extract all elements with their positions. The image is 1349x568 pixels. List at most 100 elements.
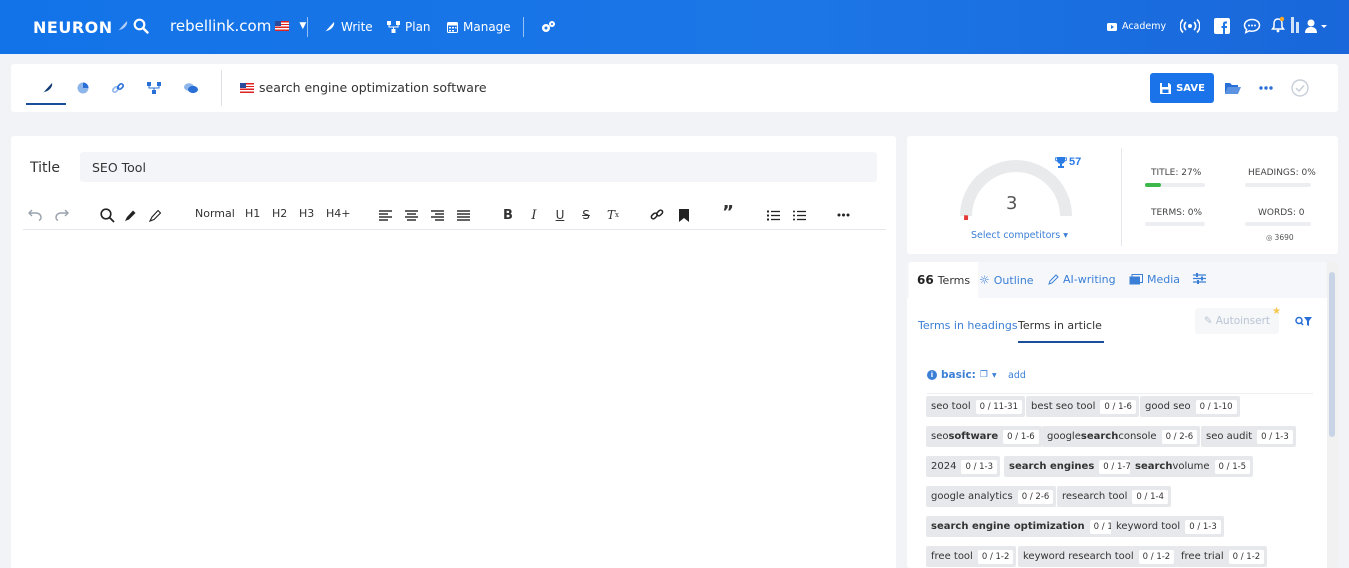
term-chip[interactable]: search volume 0 / 1-5 [1130,456,1254,477]
term-chip[interactable]: free tool 0 / 1-2 [926,546,1017,567]
nav-plan-label: Plan [405,20,431,34]
more-options-icon[interactable] [835,207,851,223]
align-center-icon[interactable] [403,207,419,223]
term-chip[interactable]: research tool 0 / 1-4 [1057,486,1171,507]
term-chip[interactable]: seo software 0 / 1-6 [926,426,1042,447]
title-progress-fill [1145,183,1162,187]
tab-comments[interactable] [180,78,202,98]
scrollbar-thumb[interactable] [1329,272,1335,437]
title-metric: TITLE: 27% [1151,168,1202,178]
bullet-list-icon[interactable] [791,207,807,223]
tab-links[interactable] [107,78,129,98]
format-normal[interactable]: Normal [195,207,235,220]
term-count-badge: 0 / 1-6 [1003,429,1039,444]
facebook-icon[interactable] [1214,18,1230,34]
bookmark-icon[interactable] [676,207,692,223]
search-icon[interactable] [133,18,149,34]
academy-link[interactable]: Academy [1107,21,1166,32]
settings-gears-icon[interactable] [540,20,556,34]
bold-icon[interactable]: B [500,207,516,223]
term-chip[interactable]: seo audit 0 / 1-3 [1201,426,1296,447]
basic-label: basic: [941,369,976,381]
format-h2[interactable]: H2 [272,207,287,220]
chat-icon[interactable] [1243,18,1261,34]
tab-analysis[interactable] [72,78,94,98]
terms-metric: TERMS: 0% [1151,208,1203,218]
redo-icon[interactable] [54,207,70,223]
term-count-badge: 0 / 1-2 [1228,549,1265,564]
top-navigation-bar: NEURON rebellink.com ▼ Write Plan Manage… [0,0,1349,54]
term-chip[interactable]: search engine optimization 0 / 1-2 [926,516,1129,537]
nav-manage[interactable]: Manage [447,20,511,34]
user-menu-icon[interactable] [1304,18,1328,34]
term-chip[interactable]: 2024 0 / 1-3 [926,456,1001,477]
clear-format-icon[interactable]: Tx [605,207,621,223]
tab-write[interactable] [36,78,58,98]
site-selector[interactable]: rebellink.com ▼ [170,17,306,35]
tab-outline[interactable]: ☼ Outline [979,273,1034,287]
numbered-list-icon[interactable] [765,207,781,223]
nav-write[interactable]: Write [323,20,373,34]
tab-terms[interactable]: 66 Terms [909,262,979,298]
search-filter-icon[interactable] [1295,316,1313,327]
align-left-icon[interactable] [377,207,393,223]
chevron-down-icon: ▼ [991,371,997,379]
autoinsert-button[interactable]: ✎ Autoinsert [1195,308,1279,334]
term-chip[interactable]: keyword research tool 0 / 1-2 [1018,546,1178,567]
tab-terms-label: Terms [937,273,971,287]
term-chip[interactable]: best seo tool 0 / 1-6 [1026,396,1139,417]
underline-icon[interactable]: U [552,207,568,223]
formatting-toolbar: Normal H1 H2 H3 H4+ B I U S Tx ” [23,200,886,230]
term-chip[interactable]: good seo 0 / 1-10 [1140,396,1240,417]
broadcast-icon[interactable] [1180,18,1200,34]
strikethrough-icon[interactable]: S [578,207,594,223]
notification-bell-icon[interactable] [1271,16,1285,34]
tab-media[interactable]: Media [1129,273,1180,286]
info-icon: i [927,370,937,380]
format-h1[interactable]: H1 [245,207,260,220]
title-input[interactable] [80,152,877,182]
keyword-text: search engine optimization software [259,80,487,95]
subtab-terms-in-article[interactable]: Terms in article [1018,319,1104,343]
align-justify-icon[interactable] [455,207,471,223]
format-h3[interactable]: H3 [299,207,314,220]
target-icon: ◎ [1266,233,1273,242]
term-chip[interactable]: free trial 0 / 1-2 [1176,546,1268,567]
neuron-logo[interactable]: NEURON [33,18,129,37]
panel-scrollbar[interactable] [1327,262,1338,568]
format-h4-plus[interactable]: H4+ [326,207,351,220]
marker-icon[interactable] [122,207,138,223]
italic-icon[interactable]: I [526,207,542,223]
search-icon[interactable] [99,207,115,223]
term-count-badge: 0 / 2-6 [1017,489,1054,504]
undo-icon[interactable] [27,207,43,223]
nav-plan[interactable]: Plan [387,20,431,34]
align-right-icon[interactable] [429,207,445,223]
term-chip[interactable]: keyword tool 0 / 1-3 [1111,516,1224,537]
tab-ai-writing[interactable]: AI-writing [1048,273,1116,286]
subtab-terms-in-headings[interactable]: Terms in headings [918,319,1018,332]
highlighter-icon[interactable] [147,207,163,223]
more-options-icon[interactable] [1255,78,1277,98]
term-chip[interactable]: google search console 0 / 2-6 [1042,426,1201,447]
us-flag-icon [240,82,254,93]
term-chip[interactable]: search engines 0 / 1-7 [1004,456,1138,477]
link-icon[interactable] [649,207,665,223]
add-term-link[interactable]: add [1008,370,1026,381]
folder-open-icon[interactable] [1222,78,1244,98]
copy-icon[interactable]: ❐ [980,370,988,380]
nav-divider [307,17,308,37]
tab-settings[interactable] [1193,273,1206,284]
term-text: free trial [1181,551,1224,562]
basic-terms-header[interactable]: i basic: ❐ ▼ [927,369,997,381]
tab-structure[interactable] [143,78,165,98]
select-competitors-link[interactable]: Select competitors ▾ [971,230,1068,241]
term-chip[interactable]: seo tool 0 / 11-31 [926,396,1025,417]
save-button[interactable]: SAVE [1150,73,1214,103]
term-chip[interactable]: google analytics 0 / 2-6 [926,486,1057,507]
term-text: keyword research tool [1023,551,1134,562]
quote-icon[interactable]: ” [720,202,736,223]
feather-icon [115,19,129,37]
check-circle-icon[interactable] [1289,78,1311,98]
term-count-badge: 0 / 1-3 [1185,519,1221,534]
